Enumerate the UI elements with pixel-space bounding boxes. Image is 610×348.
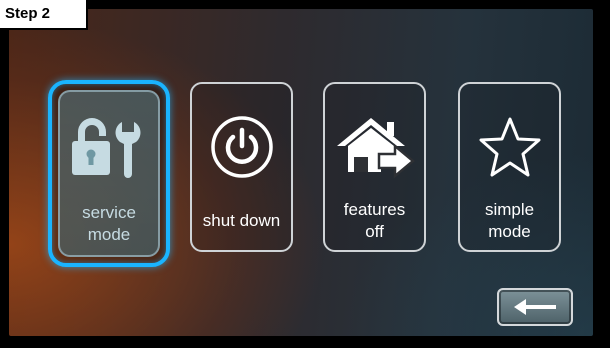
power-icon: [192, 112, 291, 182]
label-line: mode: [87, 225, 131, 244]
left-arrow-icon: [514, 299, 556, 315]
shut-down-button[interactable]: shut down: [190, 82, 293, 252]
features-off-label: features off: [325, 199, 424, 243]
features-off-button[interactable]: features off: [323, 82, 426, 252]
lock-wrench-icon: [52, 112, 166, 182]
step-label: Step 2: [0, 0, 88, 30]
house-arrow-icon: [325, 112, 424, 182]
label-line: features: [343, 200, 406, 219]
shut-down-label: shut down: [192, 210, 291, 232]
simple-mode-label: simple mode: [460, 199, 559, 243]
label-line: shut down: [202, 211, 281, 230]
service-mode-button[interactable]: service mode: [48, 80, 170, 267]
service-mode-label: service mode: [52, 202, 166, 246]
label-line: mode: [488, 222, 531, 241]
back-button[interactable]: [497, 288, 573, 326]
label-line: service: [82, 203, 136, 222]
star-icon: [460, 112, 559, 182]
label-line: simple: [484, 200, 535, 219]
label-line: off: [365, 222, 384, 241]
device-frame: Step 2 service mode shut down features o…: [0, 0, 610, 348]
touch-screen: service mode shut down features off simp…: [9, 9, 593, 336]
simple-mode-button[interactable]: simple mode: [458, 82, 561, 252]
